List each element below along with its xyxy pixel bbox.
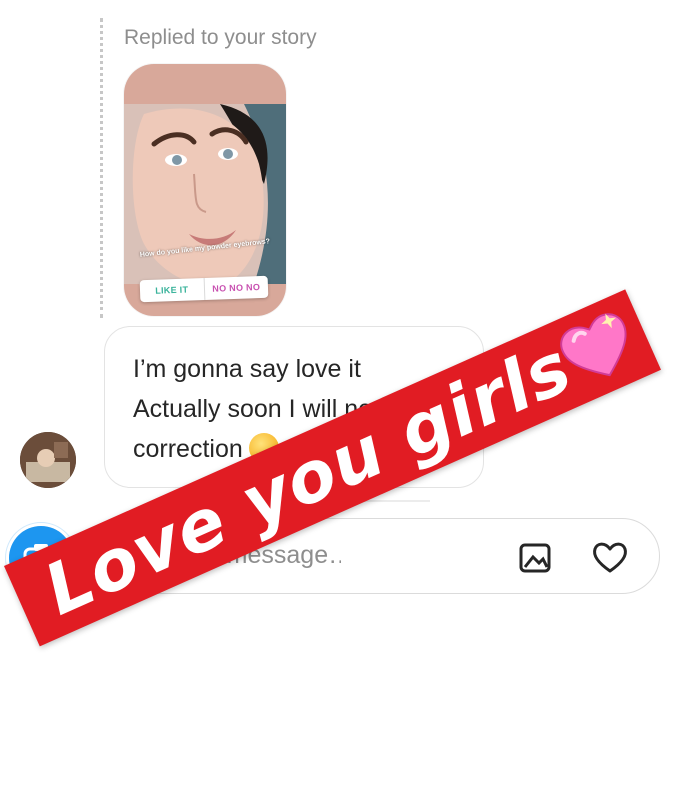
- avatar-photo: [20, 432, 76, 488]
- message-line: I’m gonna say love it: [133, 355, 361, 383]
- message-line-text: correction: [133, 435, 243, 463]
- story-reply-label: Replied to your story: [124, 26, 317, 49]
- reply-thread-line: [100, 18, 103, 318]
- poll-option-like: LIKE IT: [139, 277, 205, 303]
- poll-option-no: NO NO NO: [212, 282, 261, 294]
- story-preview[interactable]: How do you like my powder eyebrows? LIKE…: [124, 64, 286, 316]
- heart-icon[interactable]: [589, 537, 631, 579]
- gallery-icon[interactable]: [517, 539, 555, 577]
- avatar[interactable]: [20, 432, 76, 488]
- story-poll: LIKE IT NO NO NO: [139, 275, 269, 303]
